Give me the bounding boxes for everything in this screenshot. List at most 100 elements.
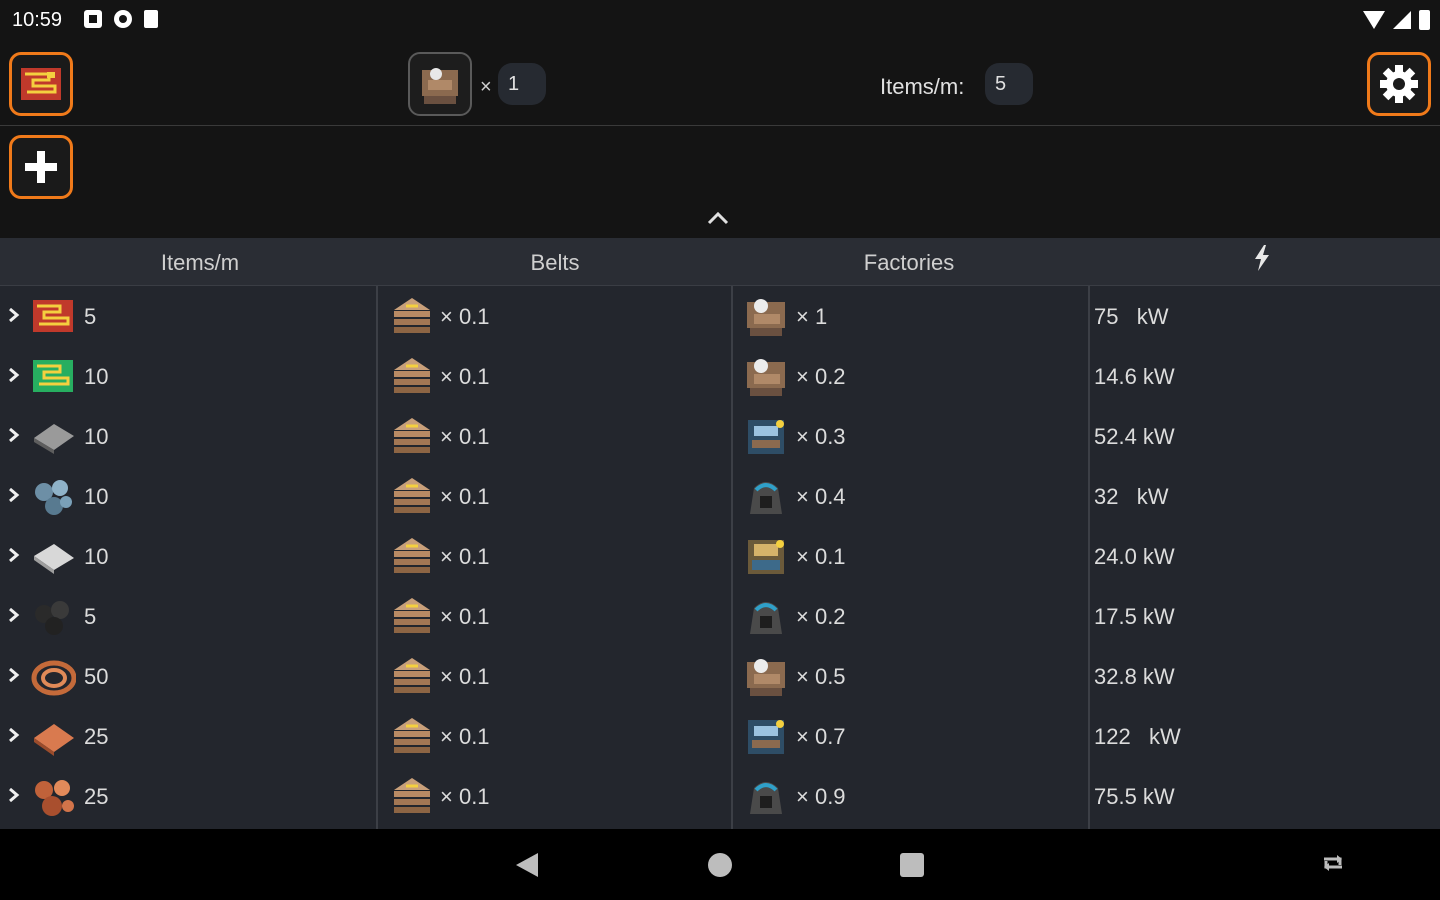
power-value: 17.5 kW [1094, 604, 1175, 629]
factories-value: × 0.3 [796, 424, 846, 449]
item-icon [30, 474, 76, 520]
machine-blue-icon [748, 420, 784, 454]
machine-yellow-icon [748, 540, 784, 574]
signal-icon [1393, 11, 1411, 29]
belts-value: × 0.1 [440, 724, 490, 749]
belt-icon [394, 658, 430, 693]
drill-icon [750, 782, 782, 814]
target-item-button[interactable] [408, 52, 472, 116]
belts-value: × 0.1 [440, 364, 490, 389]
chevron-right-icon[interactable] [6, 488, 20, 502]
plate-steel-icon [34, 424, 74, 454]
ore-copper-icon [35, 780, 74, 816]
multiplier-input[interactable]: 1 [498, 63, 546, 105]
table-header: Items/m Belts Factories [0, 238, 1440, 286]
items-per-min-input[interactable]: 5 [985, 63, 1033, 105]
plate-copper-icon [34, 724, 74, 756]
play-protect-icon [114, 10, 132, 28]
belt-icon [394, 358, 430, 393]
table-row[interactable]: 25 × 0.1 × 0.9 75.5 kW [0, 768, 1440, 828]
wifi-icon [1363, 11, 1385, 29]
table-row[interactable]: 10 × 0.1 × 0.2 14.6 kW [0, 348, 1440, 408]
table-row[interactable]: 5 × 0.1 × 0.2 17.5 kW [0, 588, 1440, 648]
circuit-green-icon [33, 360, 73, 392]
power-value: 14.6 kW [1094, 364, 1175, 389]
factory-icon-box [744, 414, 790, 460]
power-value: 24.0 kW [1094, 544, 1175, 569]
settings-button[interactable] [1367, 52, 1431, 116]
items-per-min-value: 25 [84, 724, 109, 749]
notification-icons [84, 10, 158, 28]
chevron-right-icon[interactable] [6, 788, 20, 802]
circuit-red-icon [21, 68, 61, 100]
chevron-right-icon[interactable] [6, 428, 20, 442]
notification-icon [84, 10, 102, 28]
assembler-icon [422, 68, 458, 104]
recipe-select-button[interactable] [9, 52, 73, 116]
back-icon[interactable] [516, 853, 538, 877]
factory-icon-box [744, 474, 790, 520]
plate-iron-icon [34, 544, 74, 574]
factory-icon-box [744, 774, 790, 820]
items-per-min-label: Items/m: [880, 74, 965, 99]
items-per-min-value: 10 [84, 424, 109, 449]
battery-icon [1419, 10, 1430, 30]
chevron-right-icon[interactable] [6, 548, 20, 562]
table-row[interactable]: 25 × 0.1 × 0.7 122 kW [0, 708, 1440, 768]
table-row[interactable]: 10 × 0.1 × 0.4 32 kW [0, 468, 1440, 528]
belt-icon [394, 778, 430, 813]
belt-icon-box [388, 414, 434, 460]
items-per-min-value: 10 [84, 484, 109, 509]
chevron-right-icon[interactable] [6, 608, 20, 622]
power-value: 52.4 kW [1094, 424, 1175, 449]
belt-icon-box [388, 774, 434, 820]
chevron-right-icon[interactable] [6, 728, 20, 742]
belt-icon [394, 478, 430, 513]
coal-icon [35, 601, 69, 635]
factories-value: × 1 [796, 304, 828, 329]
status-time: 10:59 [12, 9, 63, 31]
table-row[interactable]: 50 × 0.1 × 0.5 32.8 kW [0, 648, 1440, 708]
chevron-right-icon[interactable] [6, 668, 20, 682]
factory-icon-box [744, 654, 790, 700]
table-row[interactable]: 10 × 0.1 × 0.1 24.0 kW [0, 528, 1440, 588]
power-value: 122 kW [1094, 724, 1181, 749]
add-item-button[interactable] [9, 135, 73, 199]
belt-icon-box [388, 354, 434, 400]
chevron-right-icon[interactable] [6, 308, 20, 322]
ore-iron-icon [35, 480, 72, 515]
recents-icon[interactable] [900, 853, 924, 877]
items-per-min-value: 10 [84, 364, 109, 389]
belts-value: × 0.1 [440, 484, 490, 509]
chevron-right-icon[interactable] [6, 368, 20, 382]
item-icon [30, 654, 77, 700]
assembler-icon [747, 659, 785, 696]
power-value: 75.5 kW [1094, 784, 1175, 809]
machine-blue-icon [748, 720, 784, 754]
drill-icon [750, 482, 782, 514]
sd-card-icon [144, 10, 158, 28]
drill-icon [750, 602, 782, 634]
header-factories: Factories [863, 250, 955, 275]
power-value: 32.8 kW [1094, 664, 1175, 689]
item-icon [30, 534, 76, 580]
factories-value: × 0.4 [796, 484, 846, 509]
navigation-bar [0, 829, 1440, 900]
toolbar: × 1 Items/m: 5 [0, 40, 1440, 126]
rotate-icon[interactable] [1320, 853, 1346, 873]
table-row[interactable]: 10 × 0.1 × 0.3 52.4 kW [0, 408, 1440, 468]
system-icons [1363, 10, 1430, 30]
table-row[interactable]: 5 × 0.1 × 1 75 kW [0, 288, 1440, 348]
factory-icon-box [744, 594, 790, 640]
belt-icon-box [388, 294, 434, 340]
chevron-up-icon[interactable] [706, 208, 730, 228]
belt-icon [394, 538, 430, 573]
item-icon [30, 414, 76, 460]
home-icon[interactable] [708, 853, 732, 877]
factories-value: × 0.2 [796, 604, 846, 629]
multiplier-symbol: × [480, 76, 492, 98]
gear-icon [1380, 65, 1418, 103]
status-bar: 10:59 [0, 0, 1440, 40]
factories-value: × 0.9 [796, 784, 846, 809]
belt-icon-box [388, 474, 434, 520]
